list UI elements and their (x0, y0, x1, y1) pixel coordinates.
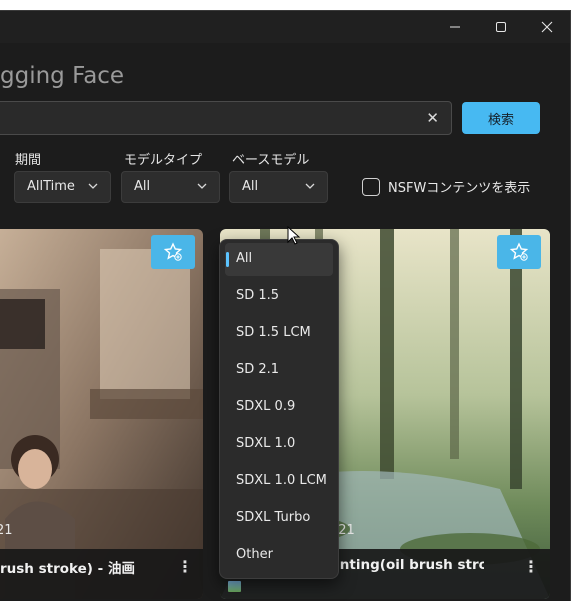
period-select[interactable]: AllTime (14, 171, 111, 203)
nsfw-label: NSFWコンテンツを表示 (388, 181, 531, 196)
menu-item-sdxl-1-0-lcm[interactable]: SDXL 1.0 LCM (225, 465, 333, 498)
mouse-cursor-icon (287, 226, 301, 245)
app-window: gging Face ✕ 検索 期間 AllTime モデルタイプ All ベー… (0, 10, 571, 601)
chevron-down-icon (305, 183, 315, 189)
menu-item-sd-2-1[interactable]: SD 2.1 (225, 354, 333, 387)
star-add-icon (509, 242, 529, 261)
minimize-button[interactable] (432, 11, 478, 43)
title-bar (0, 11, 570, 43)
model-card[interactable]: 21 rush stroke) - 油画笔 ⋮ (0, 229, 203, 599)
card-title: rush stroke) - 油画笔 (0, 561, 135, 577)
more-vertical-icon[interactable]: ⋮ (177, 557, 193, 576)
base-model-value: All (242, 179, 259, 194)
nsfw-checkbox[interactable] (362, 177, 380, 196)
period-label: 期間 (15, 153, 42, 168)
model-type-value: All (134, 179, 151, 194)
period-value: AllTime (27, 179, 75, 194)
download-count: 21 (0, 523, 13, 538)
app-title: gging Face (0, 63, 125, 89)
menu-item-sd-1-5[interactable]: SD 1.5 (225, 280, 333, 313)
model-preview-image (0, 229, 203, 599)
base-model-select[interactable]: All (229, 171, 328, 203)
model-type-label: モデルタイプ (124, 153, 203, 168)
menu-item-sdxl-0-9[interactable]: SDXL 0.9 (225, 391, 333, 424)
maximize-icon (496, 22, 506, 32)
star-add-icon (163, 242, 183, 261)
favorite-button[interactable] (497, 235, 541, 269)
image-icon (228, 581, 241, 592)
search-input[interactable] (5, 108, 409, 130)
more-vertical-icon[interactable]: ⋮ (523, 557, 539, 576)
maximize-button[interactable] (478, 11, 524, 43)
base-model-label: ベースモデル (232, 153, 310, 168)
close-icon (541, 21, 553, 33)
card-footer: rush stroke) - 油画笔 ⋮ (0, 549, 203, 599)
menu-item-all[interactable]: All (225, 243, 333, 276)
favorite-button[interactable] (151, 235, 195, 269)
minimize-icon (450, 26, 460, 28)
menu-item-sdxl-turbo[interactable]: SDXL Turbo (225, 502, 333, 535)
chevron-down-icon (197, 183, 207, 189)
search-button[interactable]: 検索 (462, 102, 540, 134)
menu-item-other[interactable]: Other (225, 539, 333, 572)
search-box[interactable]: ✕ (0, 101, 452, 135)
menu-item-sd-1-5-lcm[interactable]: SD 1.5 LCM (225, 317, 333, 350)
base-model-dropdown: All SD 1.5 SD 1.5 LCM SD 2.1 SDXL 0.9 SD… (219, 239, 339, 579)
menu-item-sdxl-1-0[interactable]: SDXL 1.0 (225, 428, 333, 461)
clear-icon[interactable]: ✕ (426, 110, 439, 126)
main-content: gging Face ✕ 検索 期間 AllTime モデルタイプ All ベー… (0, 43, 570, 601)
close-button[interactable] (524, 11, 570, 43)
nsfw-toggle[interactable]: NSFWコンテンツを表示 (362, 177, 530, 196)
model-type-select[interactable]: All (121, 171, 220, 203)
chevron-down-icon (88, 183, 98, 189)
